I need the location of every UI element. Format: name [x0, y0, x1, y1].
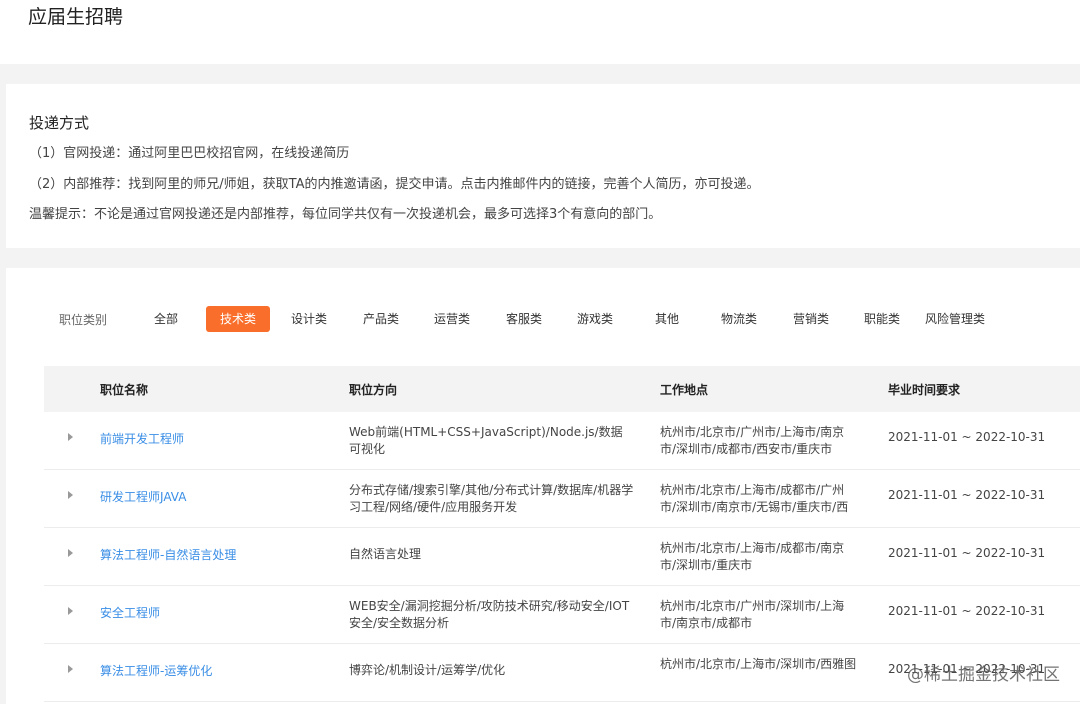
graduation-time: 2021-11-01 ~ 2022-10-31: [888, 430, 1046, 444]
table-row[interactable]: 前端开发工程师 Web前端(HTML+CSS+JavaScript)/Node.…: [44, 412, 1080, 470]
job-name-link[interactable]: 研发工程师JAVA: [100, 488, 186, 505]
header-job-name: 职位名称: [100, 383, 149, 397]
job-direction: Web前端(HTML+CSS+JavaScript)/Node.js/数据可视化: [349, 425, 623, 456]
job-name-link[interactable]: 前端开发工程师: [100, 430, 184, 447]
category-marketing[interactable]: 营销类: [787, 306, 835, 332]
delivery-line-official: （1）官网投递：通过阿里巴巴校招官网，在线投递简历: [29, 146, 350, 161]
category-all[interactable]: 全部: [142, 306, 190, 332]
job-name-link[interactable]: 算法工程师-自然语言处理: [100, 546, 236, 563]
job-location: 杭州市/北京市/广州市/深圳市/上海市/南京市/成都市: [660, 599, 845, 630]
table-row[interactable]: 研发工程师JAVA 分布式存储/搜索引擎/其他/分布式计算/数据库/机器学习工程…: [44, 470, 1080, 528]
header-location: 工作地点: [660, 383, 709, 397]
job-direction: 博弈论/机制设计/运筹学/优化: [349, 663, 506, 677]
category-product[interactable]: 产品类: [357, 306, 405, 332]
delivery-line-referral: （2）内部推荐：找到阿里的师兄/师姐，获取TA的内推邀请函，提交申请。点击内推邮…: [29, 177, 760, 192]
graduation-time: 2021-11-01 ~ 2022-10-31: [888, 546, 1046, 560]
graduation-time: 2021-11-01 ~ 2022-10-31: [888, 604, 1046, 618]
expand-caret-icon[interactable]: [68, 607, 73, 615]
delivery-title: 投递方式: [29, 114, 90, 132]
category-logistics[interactable]: 物流类: [715, 306, 763, 332]
page-header: 应届生招聘: [0, 0, 1080, 64]
table-header: 职位名称 职位方向 工作地点 毕业时间要求: [44, 366, 1080, 412]
job-name-link[interactable]: 安全工程师: [100, 604, 160, 621]
job-location: 杭州市/北京市/上海市/成都市/南京市/深圳市/重庆市: [660, 541, 845, 572]
category-other[interactable]: 其他: [649, 306, 685, 332]
category-function[interactable]: 职能类: [858, 306, 906, 332]
expand-caret-icon[interactable]: [68, 665, 73, 673]
job-name-link[interactable]: 算法工程师-运筹优化: [100, 662, 212, 679]
job-list-panel: 职位类别 全部 技术类 设计类 产品类 运营类 客服类 游戏类 其他 物流类 营…: [6, 268, 1080, 704]
filter-label: 职位类别: [59, 313, 108, 327]
delivery-info-panel: 投递方式 （1）官网投递：通过阿里巴巴校招官网，在线投递简历 （2）内部推荐：找…: [6, 84, 1080, 248]
category-design[interactable]: 设计类: [285, 306, 333, 332]
header-graduation: 毕业时间要求: [888, 383, 961, 397]
job-location: 杭州市/北京市/上海市/成都市/广州市/深圳市/南京市/无锡市/重庆市/西: [660, 483, 849, 514]
expand-caret-icon[interactable]: [68, 433, 73, 441]
category-tech[interactable]: 技术类: [206, 306, 270, 332]
job-direction: 分布式存储/搜索引擎/其他/分布式计算/数据库/机器学习工程/网络/硬件/应用服…: [349, 483, 634, 514]
watermark-text: @稀土掘金技术社区: [907, 665, 1060, 685]
page-title: 应届生招聘: [28, 6, 124, 28]
job-direction: 自然语言处理: [349, 547, 422, 561]
job-location: 杭州市/北京市/广州市/上海市/南京市/深圳市/成都市/西安市/重庆市: [660, 425, 845, 456]
header-job-direction: 职位方向: [349, 383, 398, 397]
table-row[interactable]: 安全工程师 WEB安全/漏洞挖掘分析/攻防技术研究/移动安全/IOT安全/安全数…: [44, 586, 1080, 644]
delivery-tip: 温馨提示：不论是通过官网投递还是内部推荐，每位同学共仅有一次投递机会，最多可选择…: [29, 207, 662, 222]
category-service[interactable]: 客服类: [500, 306, 548, 332]
expand-caret-icon[interactable]: [68, 549, 73, 557]
category-game[interactable]: 游戏类: [571, 306, 619, 332]
category-risk[interactable]: 风险管理类: [919, 306, 991, 332]
job-location: 杭州市/北京市/上海市/深圳市/西雅图: [660, 657, 857, 671]
expand-caret-icon[interactable]: [68, 491, 73, 499]
job-direction: WEB安全/漏洞挖掘分析/攻防技术研究/移动安全/IOT安全/安全数据分析: [349, 599, 630, 630]
table-row[interactable]: 算法工程师-自然语言处理 自然语言处理 杭州市/北京市/上海市/成都市/南京市/…: [44, 528, 1080, 586]
graduation-time: 2021-11-01 ~ 2022-10-31: [888, 488, 1046, 502]
category-operation[interactable]: 运营类: [428, 306, 476, 332]
